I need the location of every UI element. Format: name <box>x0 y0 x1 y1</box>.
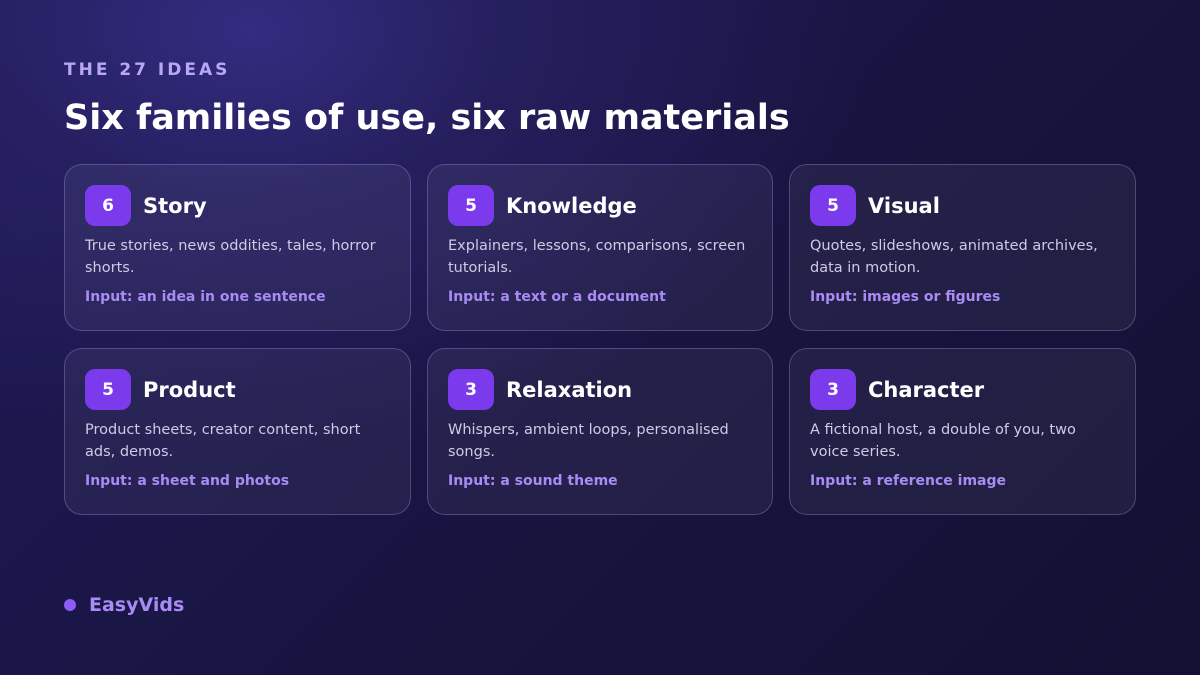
families-grid: 6 Story True stories, news oddities, tal… <box>64 164 1136 515</box>
card-description: A fictional host, a double of you, two v… <box>810 422 1076 460</box>
card-description: True stories, news oddities, tales, horr… <box>85 238 376 276</box>
card-title: Knowledge <box>506 193 637 218</box>
family-card-character: 3 Character A fictional host, a double o… <box>789 348 1136 515</box>
brand-footer: EasyVids <box>64 594 184 616</box>
card-description: Product sheets, creator content, short a… <box>85 422 361 460</box>
card-input-label: Input: a sheet and photos <box>85 473 290 489</box>
family-card-product: 5 Product Product sheets, creator conten… <box>64 348 411 515</box>
card-description: Quotes, slideshows, animated archives, d… <box>810 238 1098 276</box>
family-card-story: 6 Story True stories, news oddities, tal… <box>64 164 411 331</box>
card-header: 5 Product <box>85 369 390 410</box>
page-title: Six families of use, six raw materials <box>64 98 790 138</box>
family-card-knowledge: 5 Knowledge Explainers, lessons, compari… <box>427 164 773 331</box>
count-badge: 6 <box>85 185 131 226</box>
card-title: Character <box>868 377 985 402</box>
brand-name: EasyVids <box>89 594 185 616</box>
card-header: 5 Knowledge <box>448 185 752 226</box>
count-badge: 5 <box>810 185 856 226</box>
card-input-label: Input: a reference image <box>810 473 1007 489</box>
family-card-relaxation: 3 Relaxation Whispers, ambient loops, pe… <box>427 348 773 515</box>
count-badge: 5 <box>448 185 494 226</box>
card-header: 6 Story <box>85 185 390 226</box>
card-title: Relaxation <box>506 377 633 402</box>
brand-dot-icon <box>64 599 76 611</box>
card-header: 5 Visual <box>810 185 1115 226</box>
card-input-label: Input: an idea in one sentence <box>85 289 326 305</box>
card-title: Visual <box>868 193 940 218</box>
card-input-label: Input: a text or a document <box>448 289 666 305</box>
count-badge: 5 <box>85 369 131 410</box>
count-badge: 3 <box>448 369 494 410</box>
card-input-label: Input: a sound theme <box>448 473 618 489</box>
count-badge: 3 <box>810 369 856 410</box>
family-card-visual: 5 Visual Quotes, slideshows, animated ar… <box>789 164 1136 331</box>
card-title: Story <box>143 193 207 218</box>
card-description: Explainers, lessons, comparisons, screen… <box>448 238 746 276</box>
card-title: Product <box>143 377 236 402</box>
card-header: 3 Relaxation <box>448 369 752 410</box>
card-input-label: Input: images or figures <box>810 289 1001 305</box>
card-header: 3 Character <box>810 369 1115 410</box>
section-eyebrow: THE 27 IDEAS <box>64 60 231 80</box>
card-description: Whispers, ambient loops, personalised so… <box>448 422 729 460</box>
